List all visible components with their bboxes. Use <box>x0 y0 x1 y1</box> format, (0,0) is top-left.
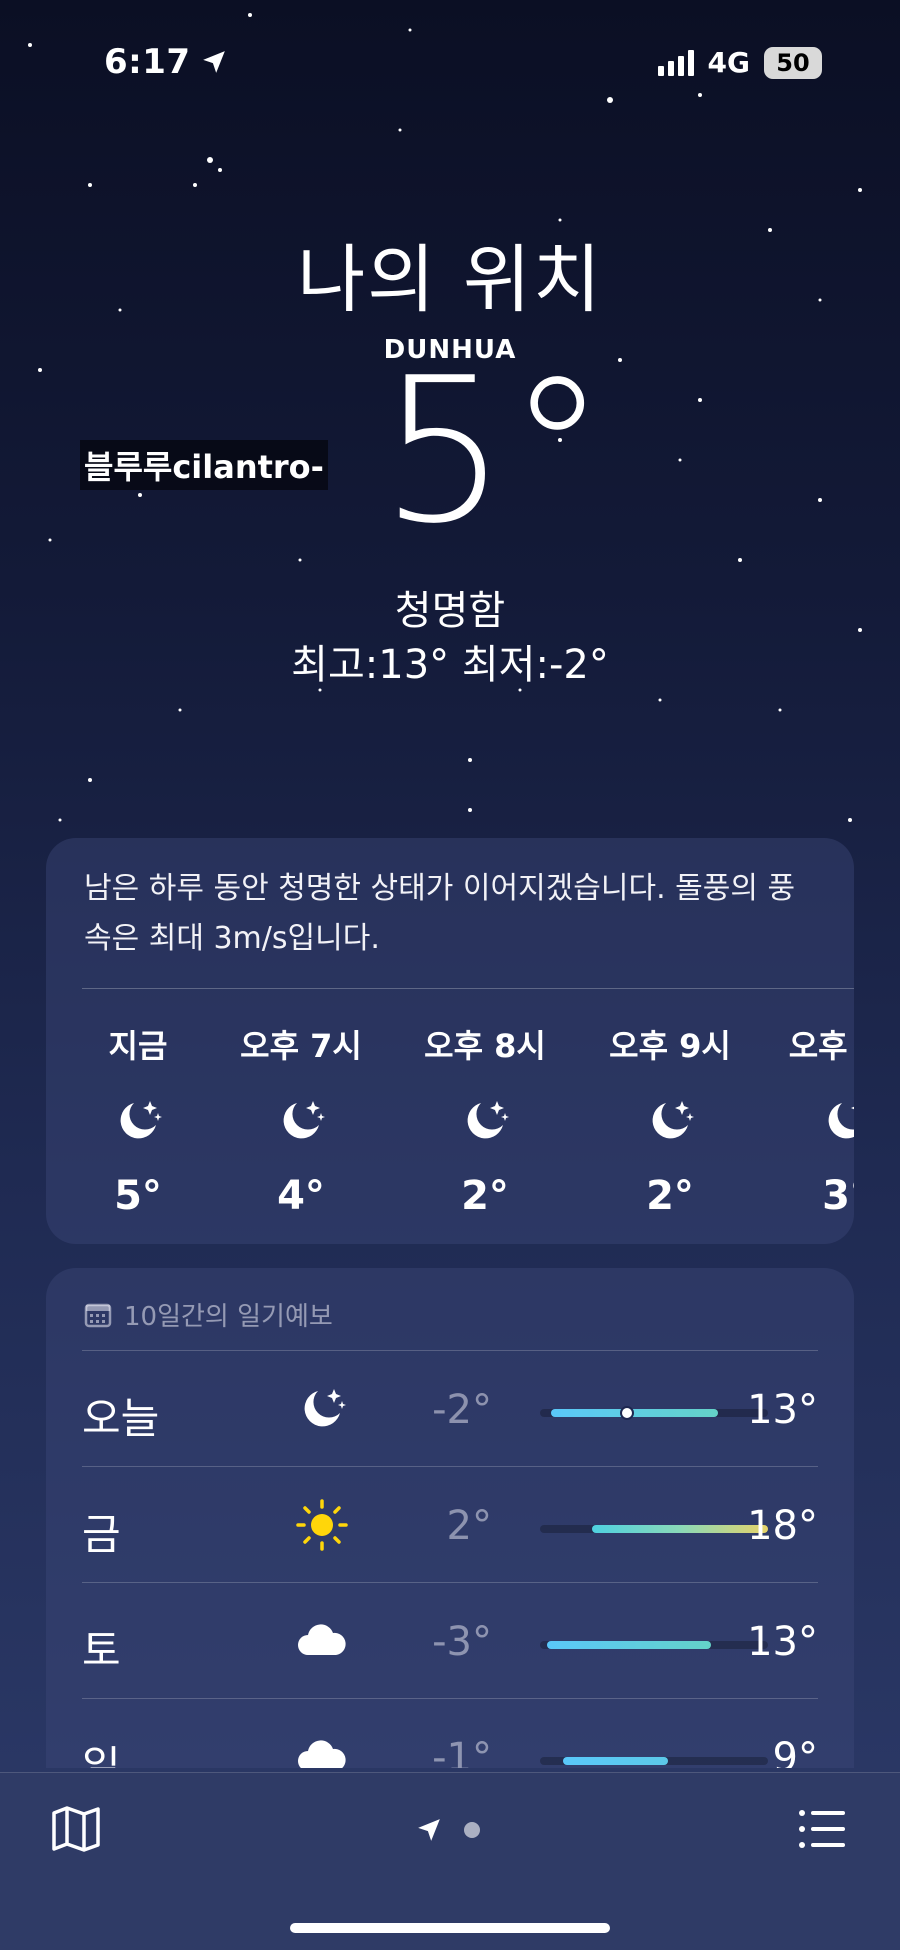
hour-item: 오후 10 3° <box>776 1021 854 1219</box>
temperature-range-fill <box>551 1409 718 1417</box>
hour-item: 오후 8시 2° <box>415 1021 555 1219</box>
current-temperature: 5° <box>380 335 608 568</box>
day-label: 금 <box>82 1510 121 1559</box>
bottom-toolbar <box>0 1772 900 1950</box>
day-high-temp: 13° <box>747 1619 818 1665</box>
day-label: 토 <box>82 1626 121 1675</box>
hour-item: 오후 7시 4° <box>231 1021 371 1219</box>
day-high-temp: 9° <box>772 1735 818 1768</box>
daily-forecast-header: 10일간의 일기예보 <box>84 1296 333 1333</box>
hour-label: 지금 <box>108 1027 168 1065</box>
location-title: 나의 위치 <box>297 237 603 323</box>
day-low-temp: 2° <box>446 1503 492 1549</box>
day-label: 오늘 <box>82 1394 160 1443</box>
temperature-range-bar <box>540 1641 768 1649</box>
hour-item: 지금 5° <box>68 1021 208 1219</box>
temperature-range-bar <box>540 1406 768 1420</box>
current-condition: 청명함 <box>394 588 506 634</box>
daily-forecast-list: 오늘 -2° 13° 금 2° 18° 토 -3° 13° 일 -1° 9° <box>82 1350 818 1768</box>
home-indicator <box>290 1923 610 1933</box>
day-row[interactable]: 일 -1° 9° <box>82 1698 818 1768</box>
hourly-scroll[interactable]: 지금 5° 오후 7시 4° 오후 8시 2° 오후 9시 2° 오후 10 3… <box>46 989 854 1239</box>
cloud-icon <box>298 1740 346 1768</box>
moon-stars-icon <box>120 1101 162 1139</box>
day-high-temp: 18° <box>747 1503 818 1549</box>
moon-stars-icon <box>828 1103 854 1139</box>
map-button[interactable] <box>50 1803 102 1859</box>
cellular-signal-icon <box>657 49 694 76</box>
location-list-button[interactable] <box>796 1803 848 1859</box>
map-icon <box>52 1806 100 1852</box>
day-low-temp: -3° <box>432 1619 492 1665</box>
network-type: 4G <box>707 46 750 79</box>
current-temp-marker <box>619 1406 634 1420</box>
page-dot <box>464 1822 480 1838</box>
daily-forecast-title: 10일간의 일기예보 <box>124 1302 333 1332</box>
hour-temp: 3° <box>822 1173 854 1219</box>
status-bar: 6:17 4G 50 <box>0 42 900 92</box>
daily-forecast-card[interactable]: 10일간의 일기예보 오늘 -2° 13° 금 2° 18° 토 -3° 13°… <box>46 1268 854 1768</box>
day-low-temp: -2° <box>432 1387 492 1433</box>
forecast-summary: 남은 하루 동안 청명한 상태가 이어지겠습니다. 돌풍의 풍속은 최대 3m/… <box>84 871 796 956</box>
day-row[interactable]: 토 -3° 13° <box>82 1582 818 1698</box>
day-row[interactable]: 오늘 -2° 13° <box>82 1350 818 1466</box>
location-arrow-icon <box>418 1819 440 1841</box>
location-arrow-icon <box>202 51 225 73</box>
day-high-temp: 13° <box>747 1387 818 1433</box>
temperature-range-bar <box>540 1757 768 1765</box>
page-indicator[interactable] <box>416 1817 480 1843</box>
list-icon <box>799 1810 845 1848</box>
hour-label: 오후 7시 <box>240 1027 362 1065</box>
moon-stars-icon <box>304 1389 346 1427</box>
battery-icon: 50 <box>764 46 822 79</box>
moon-stars-icon <box>652 1101 694 1139</box>
hour-temp: 4° <box>277 1173 325 1219</box>
status-time: 6:17 <box>104 42 227 82</box>
moon-stars-icon <box>467 1101 509 1139</box>
cloud-icon <box>298 1624 346 1655</box>
temperature-range-fill <box>562 1757 668 1765</box>
hour-label: 오후 9시 <box>609 1027 731 1065</box>
temperature-range-fill <box>546 1641 711 1649</box>
hour-temp: 2° <box>461 1173 509 1219</box>
hour-label: 오후 10 <box>788 1027 854 1065</box>
high-low-temperature: 최고:13° 최저:-2° <box>291 642 609 688</box>
sun-icon <box>296 1499 348 1551</box>
hour-temp: 2° <box>646 1173 694 1219</box>
temperature-range-fill <box>592 1525 768 1533</box>
moon-stars-icon <box>283 1101 325 1139</box>
watermark-text: 블루루cilantro- <box>80 440 328 490</box>
day-row[interactable]: 금 2° 18° <box>82 1466 818 1582</box>
hour-temp: 5° <box>114 1173 162 1219</box>
day-label: 일 <box>82 1742 121 1768</box>
temperature-range-bar <box>540 1525 768 1533</box>
status-indicators: 4G 50 <box>657 46 822 79</box>
hour-label: 오후 8시 <box>424 1027 546 1065</box>
day-low-temp: -1° <box>432 1735 492 1768</box>
hourly-forecast-card[interactable]: 남은 하루 동안 청명한 상태가 이어지겠습니다. 돌풍의 풍속은 최대 3m/… <box>46 838 854 1244</box>
hour-item: 오후 9시 2° <box>600 1021 740 1219</box>
calendar-icon <box>84 1303 112 1327</box>
